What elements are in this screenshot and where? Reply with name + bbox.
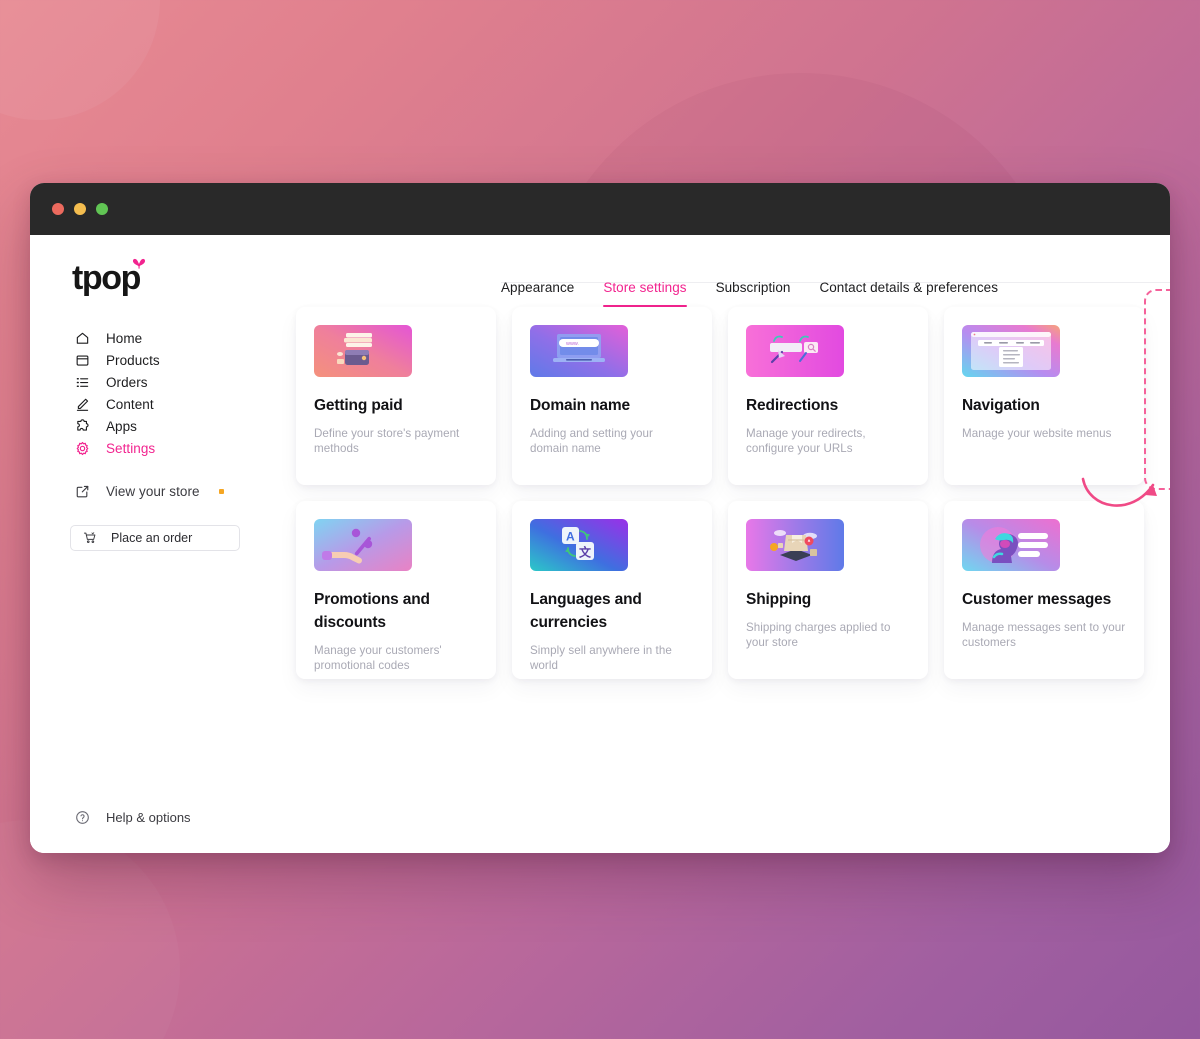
sidebar-item-orders[interactable]: Orders: [30, 371, 266, 393]
sidebar-item-label: Home: [106, 330, 143, 346]
card-title: Languages and currencies: [530, 591, 642, 631]
card-description: Adding and setting your domain name: [530, 426, 653, 456]
browser-menu-thumbnail: [962, 325, 1060, 377]
place-an-order-button[interactable]: Place an order: [70, 525, 240, 551]
card-description: Shipping charges applied to your store: [746, 620, 891, 650]
card-domain-name[interactable]: WWW. Domain name Adding and setting your…: [512, 307, 712, 485]
svg-text:文: 文: [579, 545, 592, 560]
sidebar-footer: Help & options: [30, 809, 266, 853]
sidebar-item-label: Content: [106, 396, 154, 412]
card-description: Manage messages sent to your customers: [962, 620, 1126, 650]
card-redirections[interactable]: Redirections Manage your redirects, conf…: [728, 307, 928, 485]
card-title: Domain name: [530, 397, 630, 414]
hand-percent-thumbnail: [314, 519, 412, 571]
sidebar-item-label: Orders: [106, 374, 148, 390]
settings-tabs: Appearance Store settings Subscription C…: [501, 235, 1170, 307]
place-an-order-label: Place an order: [111, 531, 193, 545]
browser-window: tpop Home Products Orders Content Apps S…: [30, 183, 1170, 853]
card-description: Manage your redirects, configure your UR…: [746, 426, 866, 456]
brand-logo-text: tpop: [72, 259, 141, 297]
help-and-options-link[interactable]: Help & options: [74, 809, 266, 825]
sidebar-nav: Home Products Orders Content Apps Settin…: [30, 327, 266, 551]
card-title: Customer messages: [962, 591, 1112, 608]
card-description: Manage your customers' promotional codes: [314, 643, 442, 673]
puzzle-icon: [74, 418, 90, 434]
redirect-arrows-thumbnail: [746, 325, 844, 377]
translate-thumbnail: A 文: [530, 519, 628, 571]
sidebar-item-apps[interactable]: Apps: [30, 415, 266, 437]
background-circle-top-left: [0, 0, 160, 120]
sidebar-item-label: Settings: [106, 440, 156, 456]
card-title: Getting paid: [314, 397, 403, 414]
sidebar-item-home[interactable]: Home: [30, 327, 266, 349]
card-description: Manage your website menus: [962, 426, 1112, 440]
card-getting-paid[interactable]: Getting paid Define your store's payment…: [296, 307, 496, 485]
card-description: Define your store's payment methods: [314, 426, 460, 456]
person-chat-thumbnail: [962, 519, 1060, 571]
sidebar-item-products[interactable]: Products: [30, 349, 266, 371]
gear-icon: [74, 440, 90, 456]
store-status-dot: [218, 488, 224, 494]
svg-text:A: A: [566, 530, 575, 544]
sidebar-item-label: Apps: [106, 418, 137, 434]
help-and-options-label: Help & options: [106, 809, 191, 825]
card-title: Redirections: [746, 397, 839, 414]
card-promotions-and-discounts[interactable]: Promotions and discounts Manage your cus…: [296, 501, 496, 679]
cart-icon: [82, 530, 98, 546]
card-title: Shipping: [746, 591, 812, 608]
list-icon: [74, 374, 90, 390]
window-titlebar: [30, 183, 1170, 235]
brand-logo[interactable]: tpop: [30, 258, 266, 305]
external-link-icon: [74, 483, 90, 499]
sidebar-item-label: Products: [106, 352, 160, 368]
minimize-window-button[interactable]: [74, 203, 86, 215]
package-box-thumbnail: [746, 519, 844, 571]
butterfly-icon: [131, 257, 147, 271]
card-navigation[interactable]: Navigation Manage your website menus: [944, 307, 1144, 485]
home-icon: [74, 330, 90, 346]
laptop-browser-thumbnail: WWW.: [530, 325, 628, 377]
card-description: Simply sell anywhere in the world: [530, 643, 672, 673]
sidebar-item-settings[interactable]: Settings: [30, 437, 266, 459]
main-content: Appearance Store settings Subscription C…: [266, 235, 1170, 853]
question-circle-icon: [74, 809, 90, 825]
card-title: Navigation: [962, 397, 1040, 414]
card-languages-and-currencies[interactable]: A 文 Languages and currencies Simply sell…: [512, 501, 712, 679]
view-your-store-link[interactable]: View your store: [30, 480, 266, 502]
maximize-window-button[interactable]: [96, 203, 108, 215]
sidebar: tpop Home Products Orders Content Apps S…: [30, 235, 266, 853]
window-body: tpop Home Products Orders Content Apps S…: [30, 235, 1170, 853]
card-customer-messages[interactable]: Customer messages Manage messages sent t…: [944, 501, 1144, 679]
close-window-button[interactable]: [52, 203, 64, 215]
settings-cards-area: Getting paid Define your store's payment…: [266, 283, 1170, 853]
settings-card-grid: Getting paid Define your store's payment…: [296, 307, 1170, 679]
wallet-papers-thumbnail: [314, 325, 412, 377]
sidebar-item-content[interactable]: Content: [30, 393, 266, 415]
card-shipping[interactable]: Shipping Shipping charges applied to you…: [728, 501, 928, 679]
svg-text:WWW.: WWW.: [566, 341, 579, 346]
view-your-store-label: View your store: [106, 483, 200, 499]
box-icon: [74, 352, 90, 368]
card-title: Promotions and discounts: [314, 591, 430, 631]
pencil-icon: [74, 396, 90, 412]
